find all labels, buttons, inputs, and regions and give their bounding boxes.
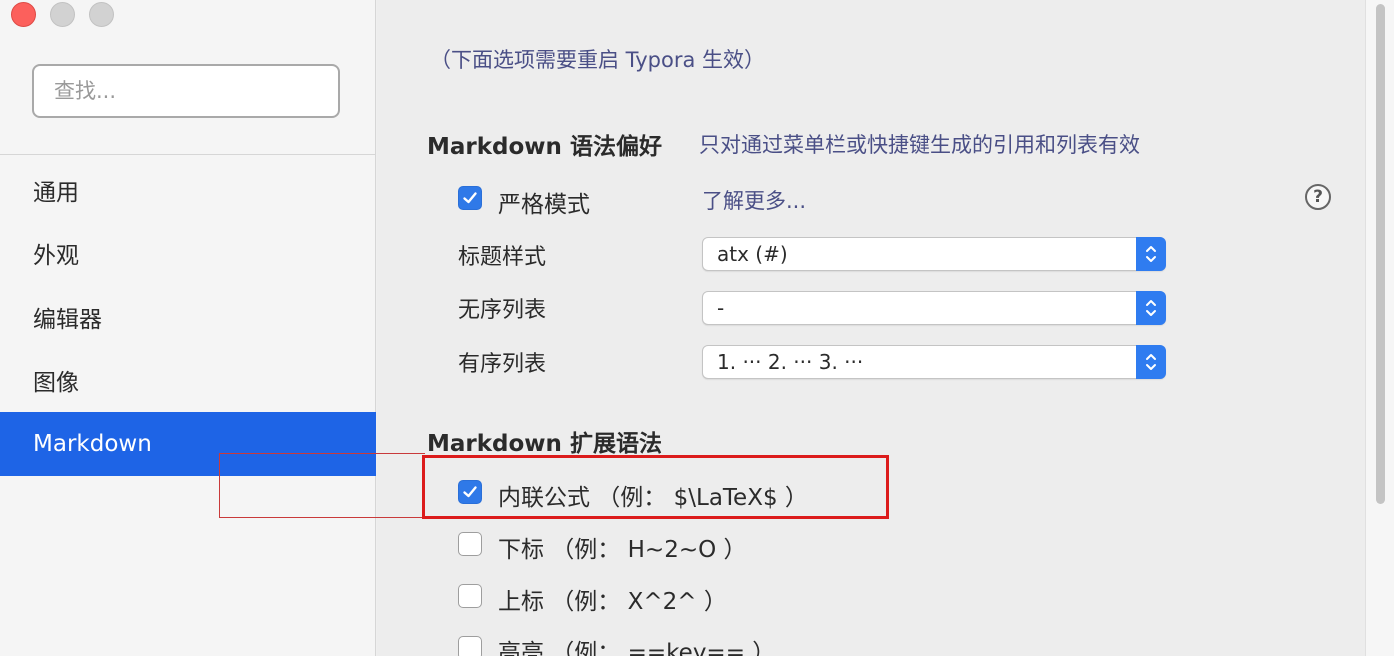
annotation-highlight-box bbox=[422, 455, 889, 519]
sidebar-item-appearance[interactable]: 外观 bbox=[0, 221, 376, 285]
superscript-label[interactable]: 上标 （例： X^2^ ） bbox=[498, 582, 727, 616]
help-icon[interactable]: ? bbox=[1305, 184, 1331, 210]
strict-mode-checkbox[interactable] bbox=[458, 186, 482, 210]
sidebar-item-image[interactable]: 图像 bbox=[0, 348, 376, 412]
sidebar-item-label: Markdown bbox=[33, 431, 152, 457]
help-icon-glyph: ? bbox=[1313, 187, 1323, 207]
sidebar-item-label: 外观 bbox=[33, 243, 79, 269]
sidebar-item-label: 编辑器 bbox=[33, 307, 102, 333]
zoom-window-button[interactable] bbox=[89, 2, 114, 27]
learn-more-link[interactable]: 了解更多... bbox=[702, 185, 806, 215]
sidebar-divider bbox=[0, 154, 376, 155]
ordered-list-label: 有序列表 bbox=[458, 352, 547, 377]
sidebar-item-label: 图像 bbox=[33, 370, 79, 396]
unordered-list-label: 无序列表 bbox=[458, 298, 547, 323]
superscript-checkbox[interactable] bbox=[458, 584, 482, 608]
sidebar-item-editor[interactable]: 编辑器 bbox=[0, 285, 376, 349]
sidebar-item-general[interactable]: 通用 bbox=[0, 158, 376, 222]
updown-arrows-icon bbox=[1136, 291, 1166, 325]
subscript-checkbox[interactable] bbox=[458, 532, 482, 556]
syntax-preference-title: Markdown 语法偏好 bbox=[427, 134, 662, 160]
strict-mode-label[interactable]: 严格模式 bbox=[498, 185, 590, 219]
extended-syntax-title: Markdown 扩展语法 bbox=[427, 431, 662, 457]
close-window-button[interactable] bbox=[11, 2, 36, 27]
unordered-list-select[interactable]: - bbox=[702, 291, 1166, 325]
restart-note: （下面选项需要重启 Typora 生效） bbox=[430, 48, 766, 72]
highlight-checkbox[interactable] bbox=[458, 636, 482, 656]
highlight-label[interactable]: 高亮 （例： ==key== ） bbox=[498, 633, 775, 656]
window-controls bbox=[11, 2, 114, 27]
preferences-sidebar: 通用 外观 编辑器 图像 Markdown bbox=[0, 0, 376, 656]
ordered-list-select[interactable]: 1. ··· 2. ··· 3. ··· bbox=[702, 345, 1166, 379]
updown-arrows-icon bbox=[1136, 237, 1166, 271]
heading-style-value: atx (#) bbox=[717, 242, 788, 266]
heading-style-label: 标题样式 bbox=[458, 245, 547, 270]
heading-style-select[interactable]: atx (#) bbox=[702, 237, 1166, 271]
scrollbar-thumb[interactable] bbox=[1376, 4, 1385, 504]
vertical-scrollbar[interactable] bbox=[1365, 0, 1394, 656]
ordered-list-value: 1. ··· 2. ··· 3. ··· bbox=[717, 350, 864, 374]
unordered-list-value: - bbox=[717, 296, 725, 320]
sidebar-item-label: 通用 bbox=[33, 180, 79, 206]
minimize-window-button[interactable] bbox=[50, 2, 75, 27]
search-input[interactable] bbox=[32, 64, 340, 118]
checkmark-icon bbox=[463, 192, 477, 204]
subscript-label[interactable]: 下标 （例： H~2~O ） bbox=[498, 530, 747, 564]
syntax-preference-hint: 只对通过菜单栏或快捷键生成的引用和列表有效 bbox=[699, 133, 1140, 157]
annotation-connector-box bbox=[219, 453, 425, 518]
updown-arrows-icon bbox=[1136, 345, 1166, 379]
